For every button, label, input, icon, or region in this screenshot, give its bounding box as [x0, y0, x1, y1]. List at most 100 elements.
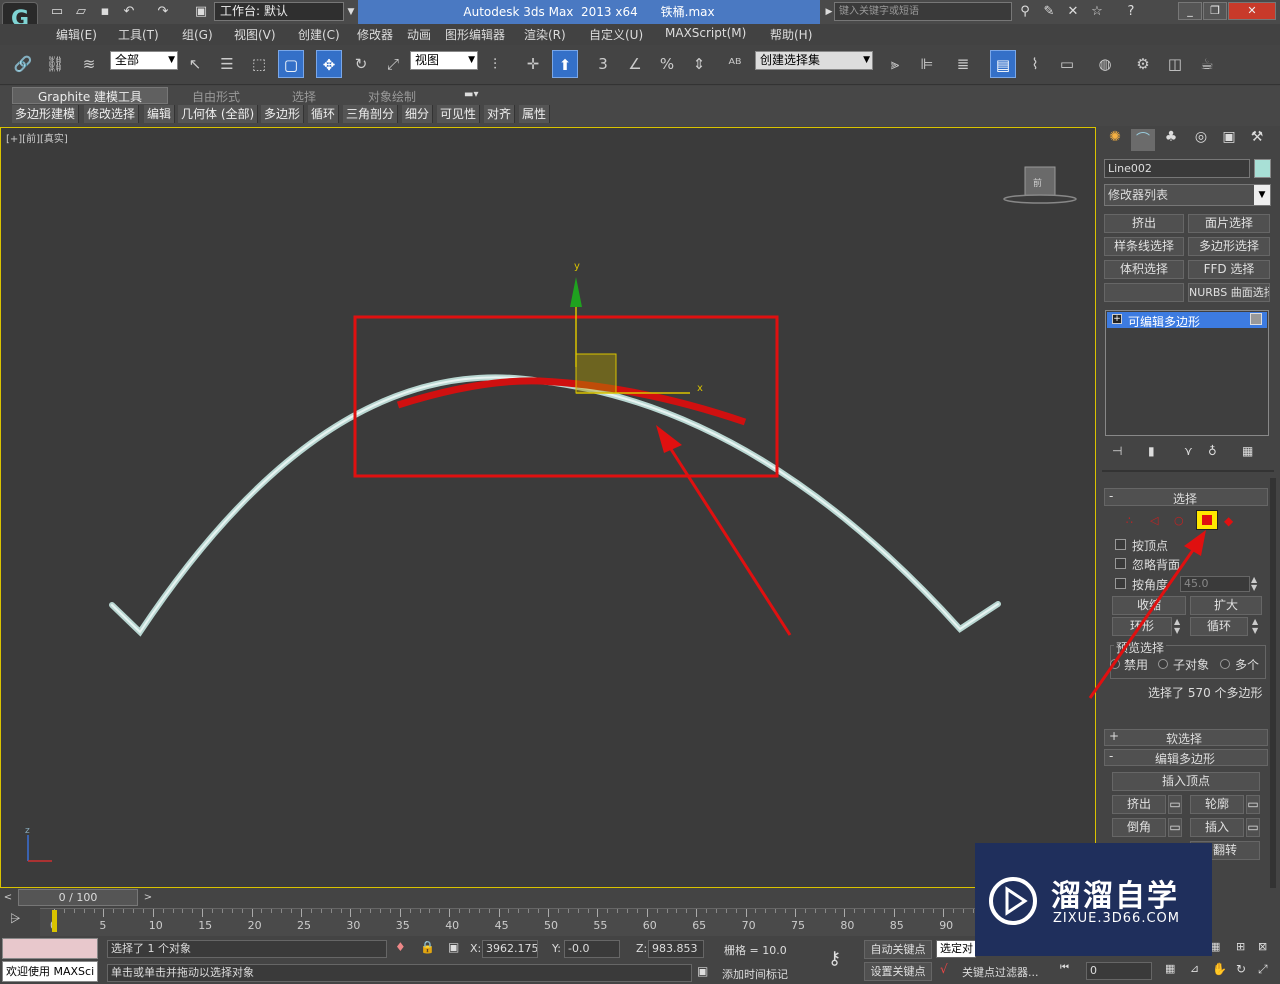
- snaps-toggle-icon[interactable]: 3: [590, 50, 616, 78]
- render-teapot-icon[interactable]: ☕: [1194, 50, 1220, 78]
- configure-modifier-sets-icon[interactable]: ▦: [1242, 444, 1260, 460]
- hierarchy-tab-icon[interactable]: ♣: [1159, 129, 1183, 151]
- redo-icon[interactable]: ↷: [154, 3, 172, 21]
- time-slider-next-icon[interactable]: >: [140, 889, 156, 906]
- subtab-edit[interactable]: 编辑: [144, 105, 176, 123]
- outline-button[interactable]: 轮廓: [1190, 795, 1244, 814]
- keyboard-shortcut-override-icon[interactable]: ⬆: [552, 50, 578, 78]
- expand-plus-icon[interactable]: +: [1112, 314, 1122, 324]
- new-file-icon[interactable]: ▭: [48, 3, 66, 21]
- spinner-arrows-icon[interactable]: ▲ ▼: [1251, 576, 1261, 592]
- panel-scrollbar[interactable]: [1270, 478, 1276, 938]
- menu-help[interactable]: 帮助(H): [770, 26, 812, 43]
- workspace-dropdown[interactable]: 工作台: 默认: [214, 2, 344, 21]
- communication-icon[interactable]: ✕: [1064, 3, 1082, 21]
- rectangular-selection-icon[interactable]: ⬚: [246, 50, 272, 78]
- display-tab-icon[interactable]: ▣: [1217, 129, 1241, 151]
- save-file-icon[interactable]: ▪: [96, 3, 114, 21]
- render-setup-icon[interactable]: ⚙: [1130, 50, 1156, 78]
- time-cursor[interactable]: [52, 910, 57, 932]
- subtab-polygons[interactable]: 多边形: [261, 105, 305, 123]
- menu-rendering[interactable]: 渲染(R): [524, 26, 566, 43]
- unlink-icon[interactable]: ⛓: [42, 50, 68, 78]
- bevel-button[interactable]: 倒角: [1112, 818, 1166, 837]
- help-icon[interactable]: ?: [1122, 3, 1140, 21]
- motion-tab-icon[interactable]: ◎: [1189, 129, 1213, 151]
- undo-icon[interactable]: ↶: [120, 3, 138, 21]
- z-coordinate-field[interactable]: 983.853: [648, 940, 704, 958]
- subtab-loops[interactable]: 循环: [308, 105, 340, 123]
- named-selection-set-dropdown[interactable]: 创建选择集 ▼: [755, 51, 873, 70]
- zoom-extents-icon[interactable]: ⊞: [1236, 940, 1252, 958]
- modifier-list-dropdown[interactable]: 修改器列表 ▼: [1104, 184, 1271, 206]
- menu-edit[interactable]: 编辑(E): [56, 26, 97, 43]
- track-bar[interactable]: 051015202530354045505560657075808590: [40, 908, 984, 936]
- subtab-visibility[interactable]: 可见性: [437, 105, 481, 123]
- maxscript-mini-listener[interactable]: [2, 938, 98, 959]
- modifier-spline-select-button[interactable]: 样条线选择: [1104, 237, 1184, 256]
- link-icon[interactable]: 🔗: [10, 50, 36, 78]
- open-file-icon[interactable]: ▱: [72, 3, 90, 21]
- scale-icon[interactable]: ⤢: [380, 50, 406, 78]
- schematic-view-icon[interactable]: ▭: [1054, 50, 1080, 78]
- isolate-selection-icon[interactable]: ♦: [395, 940, 409, 956]
- field-of-view-icon[interactable]: ⊿: [1190, 962, 1206, 980]
- set-key-button[interactable]: 设置关键点: [864, 962, 932, 981]
- subtab-geometry-all[interactable]: 几何体 (全部): [178, 105, 259, 123]
- tab-object-paint[interactable]: 对象绘制: [368, 88, 416, 105]
- close-button[interactable]: ✕: [1228, 2, 1276, 20]
- pan-hand-icon[interactable]: ✋: [1212, 962, 1228, 980]
- subtab-subdivision[interactable]: 细分: [402, 105, 434, 123]
- menu-animation[interactable]: 动画: [407, 26, 431, 43]
- ribbon-options-icon[interactable]: ▬▾: [464, 89, 486, 102]
- select-object-icon[interactable]: ↖: [182, 50, 208, 78]
- absolute-mode-icon[interactable]: ▣: [448, 940, 462, 956]
- subtab-tris[interactable]: 三角剖分: [343, 105, 399, 123]
- time-slider-prev-icon[interactable]: <: [0, 889, 16, 906]
- inset-settings-icon[interactable]: ▭: [1246, 818, 1260, 837]
- insert-vertex-button[interactable]: 插入顶点: [1112, 772, 1260, 791]
- pin-stack-icon[interactable]: ⊣: [1112, 444, 1130, 460]
- x-coordinate-field[interactable]: 3962.175: [482, 940, 538, 958]
- binoculars-icon[interactable]: ⚲: [1016, 3, 1034, 21]
- subtab-polygon-modeling[interactable]: 多边形建模: [12, 105, 80, 123]
- tab-graphite[interactable]: Graphite 建模工具: [38, 88, 142, 105]
- bevel-settings-icon[interactable]: ▭: [1168, 818, 1182, 837]
- subtab-modify-selection[interactable]: 修改选择: [84, 105, 140, 123]
- maxscript-input[interactable]: 欢迎使用 MAXSci: [2, 961, 98, 982]
- search-input[interactable]: 键入关键字或短语: [834, 2, 1012, 21]
- modifier-empty-button[interactable]: [1104, 283, 1184, 302]
- graphite-toggle-icon[interactable]: ▤: [990, 50, 1016, 78]
- y-coordinate-field[interactable]: -0.0: [564, 940, 620, 958]
- edit-named-selection-icon[interactable]: ᴬᴮ: [722, 50, 748, 78]
- restore-button[interactable]: ❐: [1203, 2, 1227, 20]
- mirror-icon[interactable]: ⫸: [882, 50, 908, 78]
- curve-editor-icon[interactable]: ⌇: [1022, 50, 1048, 78]
- key-mode-dropdown[interactable]: 选定对: [936, 940, 976, 958]
- tab-freeform[interactable]: 自由形式: [192, 88, 240, 105]
- layer-manager-icon[interactable]: ≣: [950, 50, 976, 78]
- object-color-swatch[interactable]: [1254, 159, 1271, 178]
- set-key-icon[interactable]: ⚷: [828, 948, 856, 970]
- select-manipulate-icon[interactable]: ✛: [520, 50, 546, 78]
- trackbar-toggle-icon[interactable]: ⩥: [10, 912, 34, 932]
- rendered-frame-icon[interactable]: ◫: [1162, 50, 1188, 78]
- utilities-tab-icon[interactable]: ⚒: [1245, 129, 1269, 151]
- percent-snap-icon[interactable]: %: [654, 50, 680, 78]
- modifier-extrude-button[interactable]: 挤出: [1104, 214, 1184, 233]
- angle-snap-icon[interactable]: ∠: [622, 50, 648, 78]
- remove-modifier-icon[interactable]: ♁: [1208, 444, 1226, 460]
- outline-settings-icon[interactable]: ▭: [1246, 795, 1260, 814]
- subtab-align[interactable]: 对齐: [484, 105, 516, 123]
- lock-selection-icon[interactable]: 🔒: [420, 940, 435, 956]
- loop-spinner-icon[interactable]: ▲ ▼: [1252, 617, 1262, 636]
- extrude-settings-icon[interactable]: ▭: [1168, 795, 1182, 814]
- maximize-viewport-icon[interactable]: ⤢: [1258, 962, 1274, 980]
- menu-customize[interactable]: 自定义(U): [589, 26, 643, 43]
- rollout-collapse-icon[interactable]: -: [1109, 749, 1113, 763]
- modifier-poly-select-button[interactable]: 多边形选择: [1188, 237, 1270, 256]
- time-slider[interactable]: 0 / 100: [18, 889, 138, 906]
- spinner-snap-icon[interactable]: ⇕: [686, 50, 712, 78]
- menu-tools[interactable]: 工具(T): [118, 26, 159, 43]
- stack-item-toggle-icon[interactable]: [1250, 313, 1262, 325]
